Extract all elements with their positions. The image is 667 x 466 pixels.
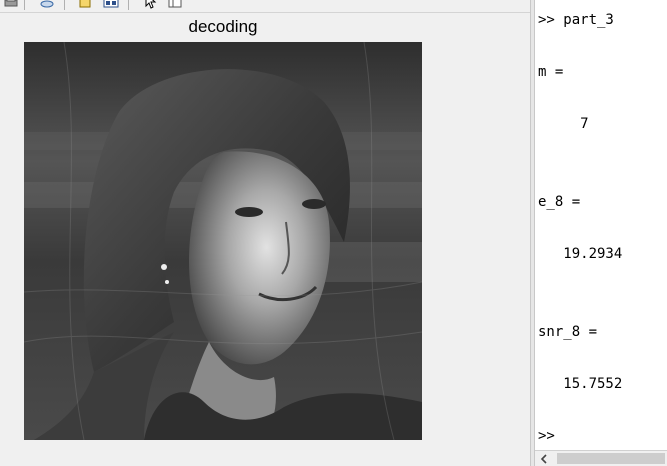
variable-name: m = <box>538 64 564 80</box>
variable-name: snr_8 = <box>538 324 598 340</box>
link-icon[interactable] <box>38 0 56 10</box>
property-inspector-icon[interactable] <box>166 0 184 10</box>
horizontal-scrollbar[interactable] <box>535 450 667 466</box>
figure-toolbar <box>0 0 530 13</box>
variable-value: 19.2934 <box>538 246 623 262</box>
select-arrow-icon[interactable] <box>140 0 158 10</box>
insert-colorbar-icon[interactable] <box>76 0 94 10</box>
scroll-left-icon[interactable] <box>535 451 553 466</box>
decoded-image <box>24 42 422 440</box>
command-window[interactable]: >> part_3 m = 7 e_8 = 19.2934 snr_8 = 15… <box>535 0 667 466</box>
variable-name: e_8 = <box>538 194 581 210</box>
variable-value: 7 <box>538 116 589 132</box>
print-icon[interactable] <box>2 0 20 10</box>
axes-title: decoding <box>188 17 258 36</box>
variable-value: 15.7552 <box>538 376 623 392</box>
insert-legend-icon[interactable] <box>102 0 120 10</box>
scrollbar-thumb[interactable] <box>557 453 665 464</box>
command-prompt-line: >> part_3 <box>538 12 614 28</box>
command-prompt[interactable]: >> <box>538 427 555 445</box>
figure-window: decoding <box>0 0 530 466</box>
